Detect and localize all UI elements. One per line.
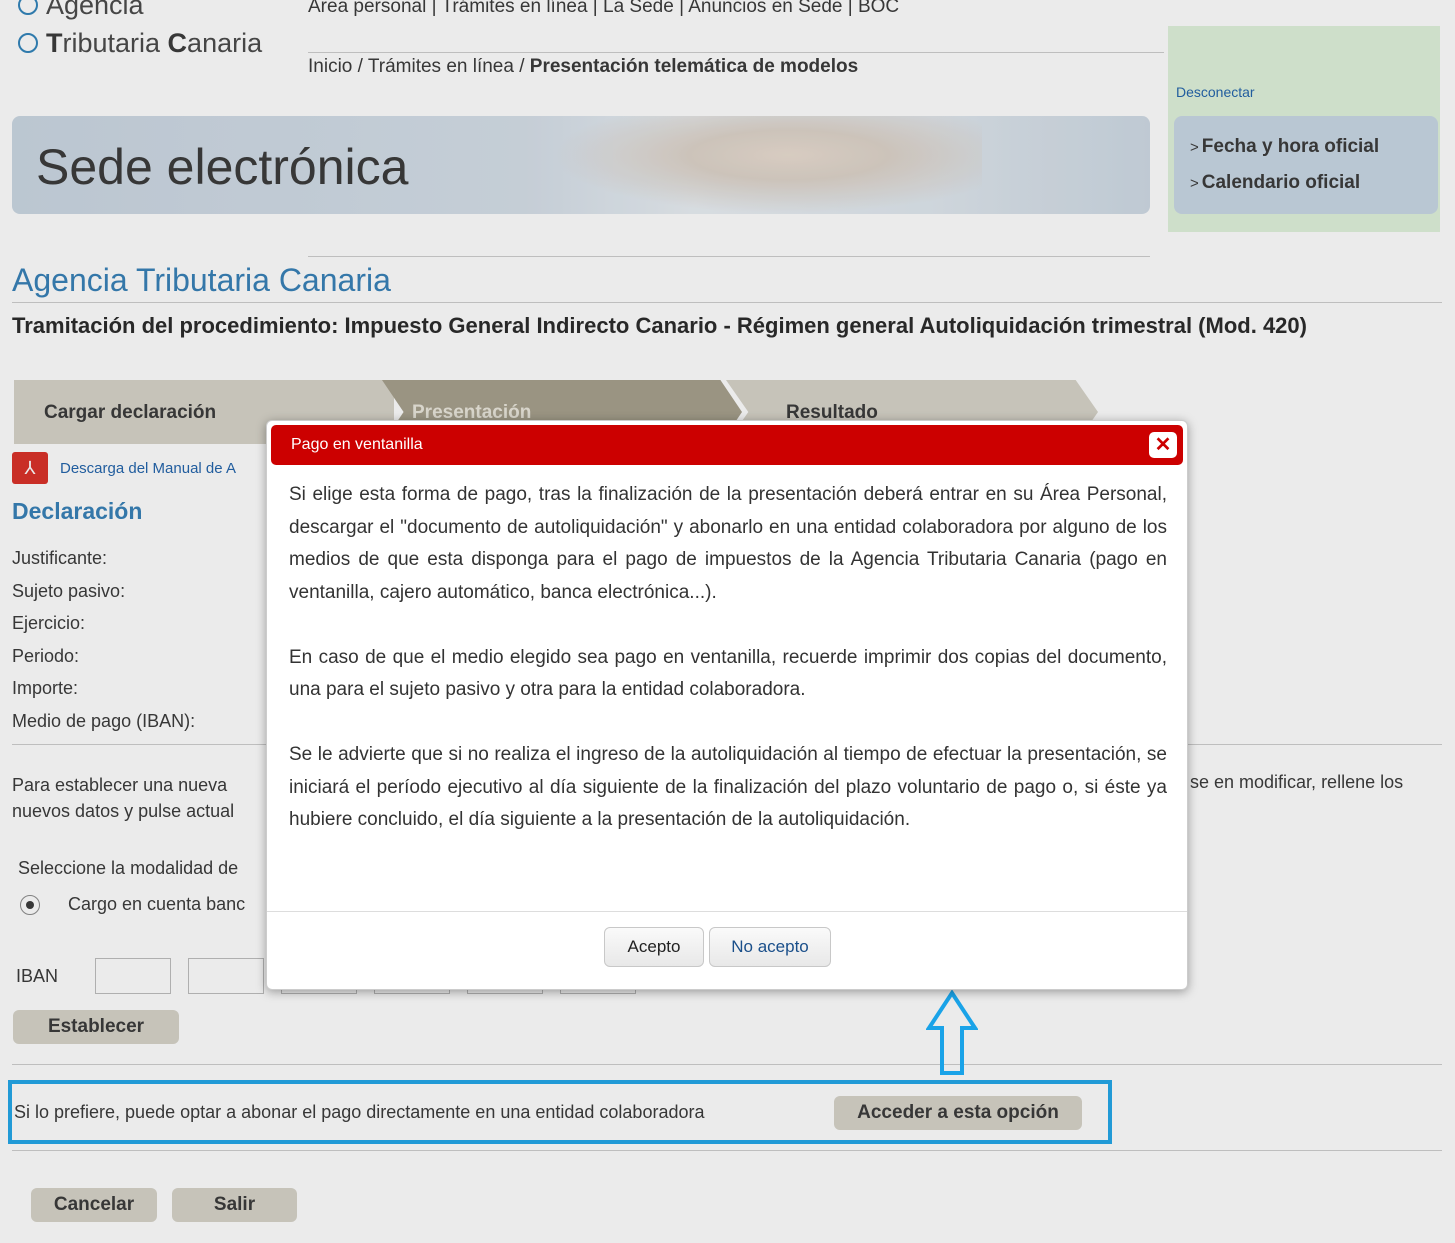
up-arrow-icon (926, 990, 978, 1075)
modal-paragraph: Si elige esta forma de pago, tras la fin… (289, 484, 1167, 603)
modal-body: Si elige esta forma de pago, tras la fin… (289, 479, 1167, 869)
modal-paragraph: Se le advierte que si no realiza el ingr… (289, 744, 1167, 830)
modal-header: Pago en ventanilla ✕ (271, 425, 1183, 465)
modal-paragraph: En caso de que el medio elegido sea pago… (289, 646, 1167, 701)
accept-button[interactable]: Acepto (604, 927, 704, 967)
close-icon[interactable]: ✕ (1149, 432, 1177, 458)
payment-modal: Pago en ventanilla ✕ Si elige esta forma… (266, 420, 1188, 990)
modal-title: Pago en ventanilla (291, 436, 423, 453)
divider (267, 911, 1187, 912)
reject-button[interactable]: No acepto (709, 927, 831, 967)
